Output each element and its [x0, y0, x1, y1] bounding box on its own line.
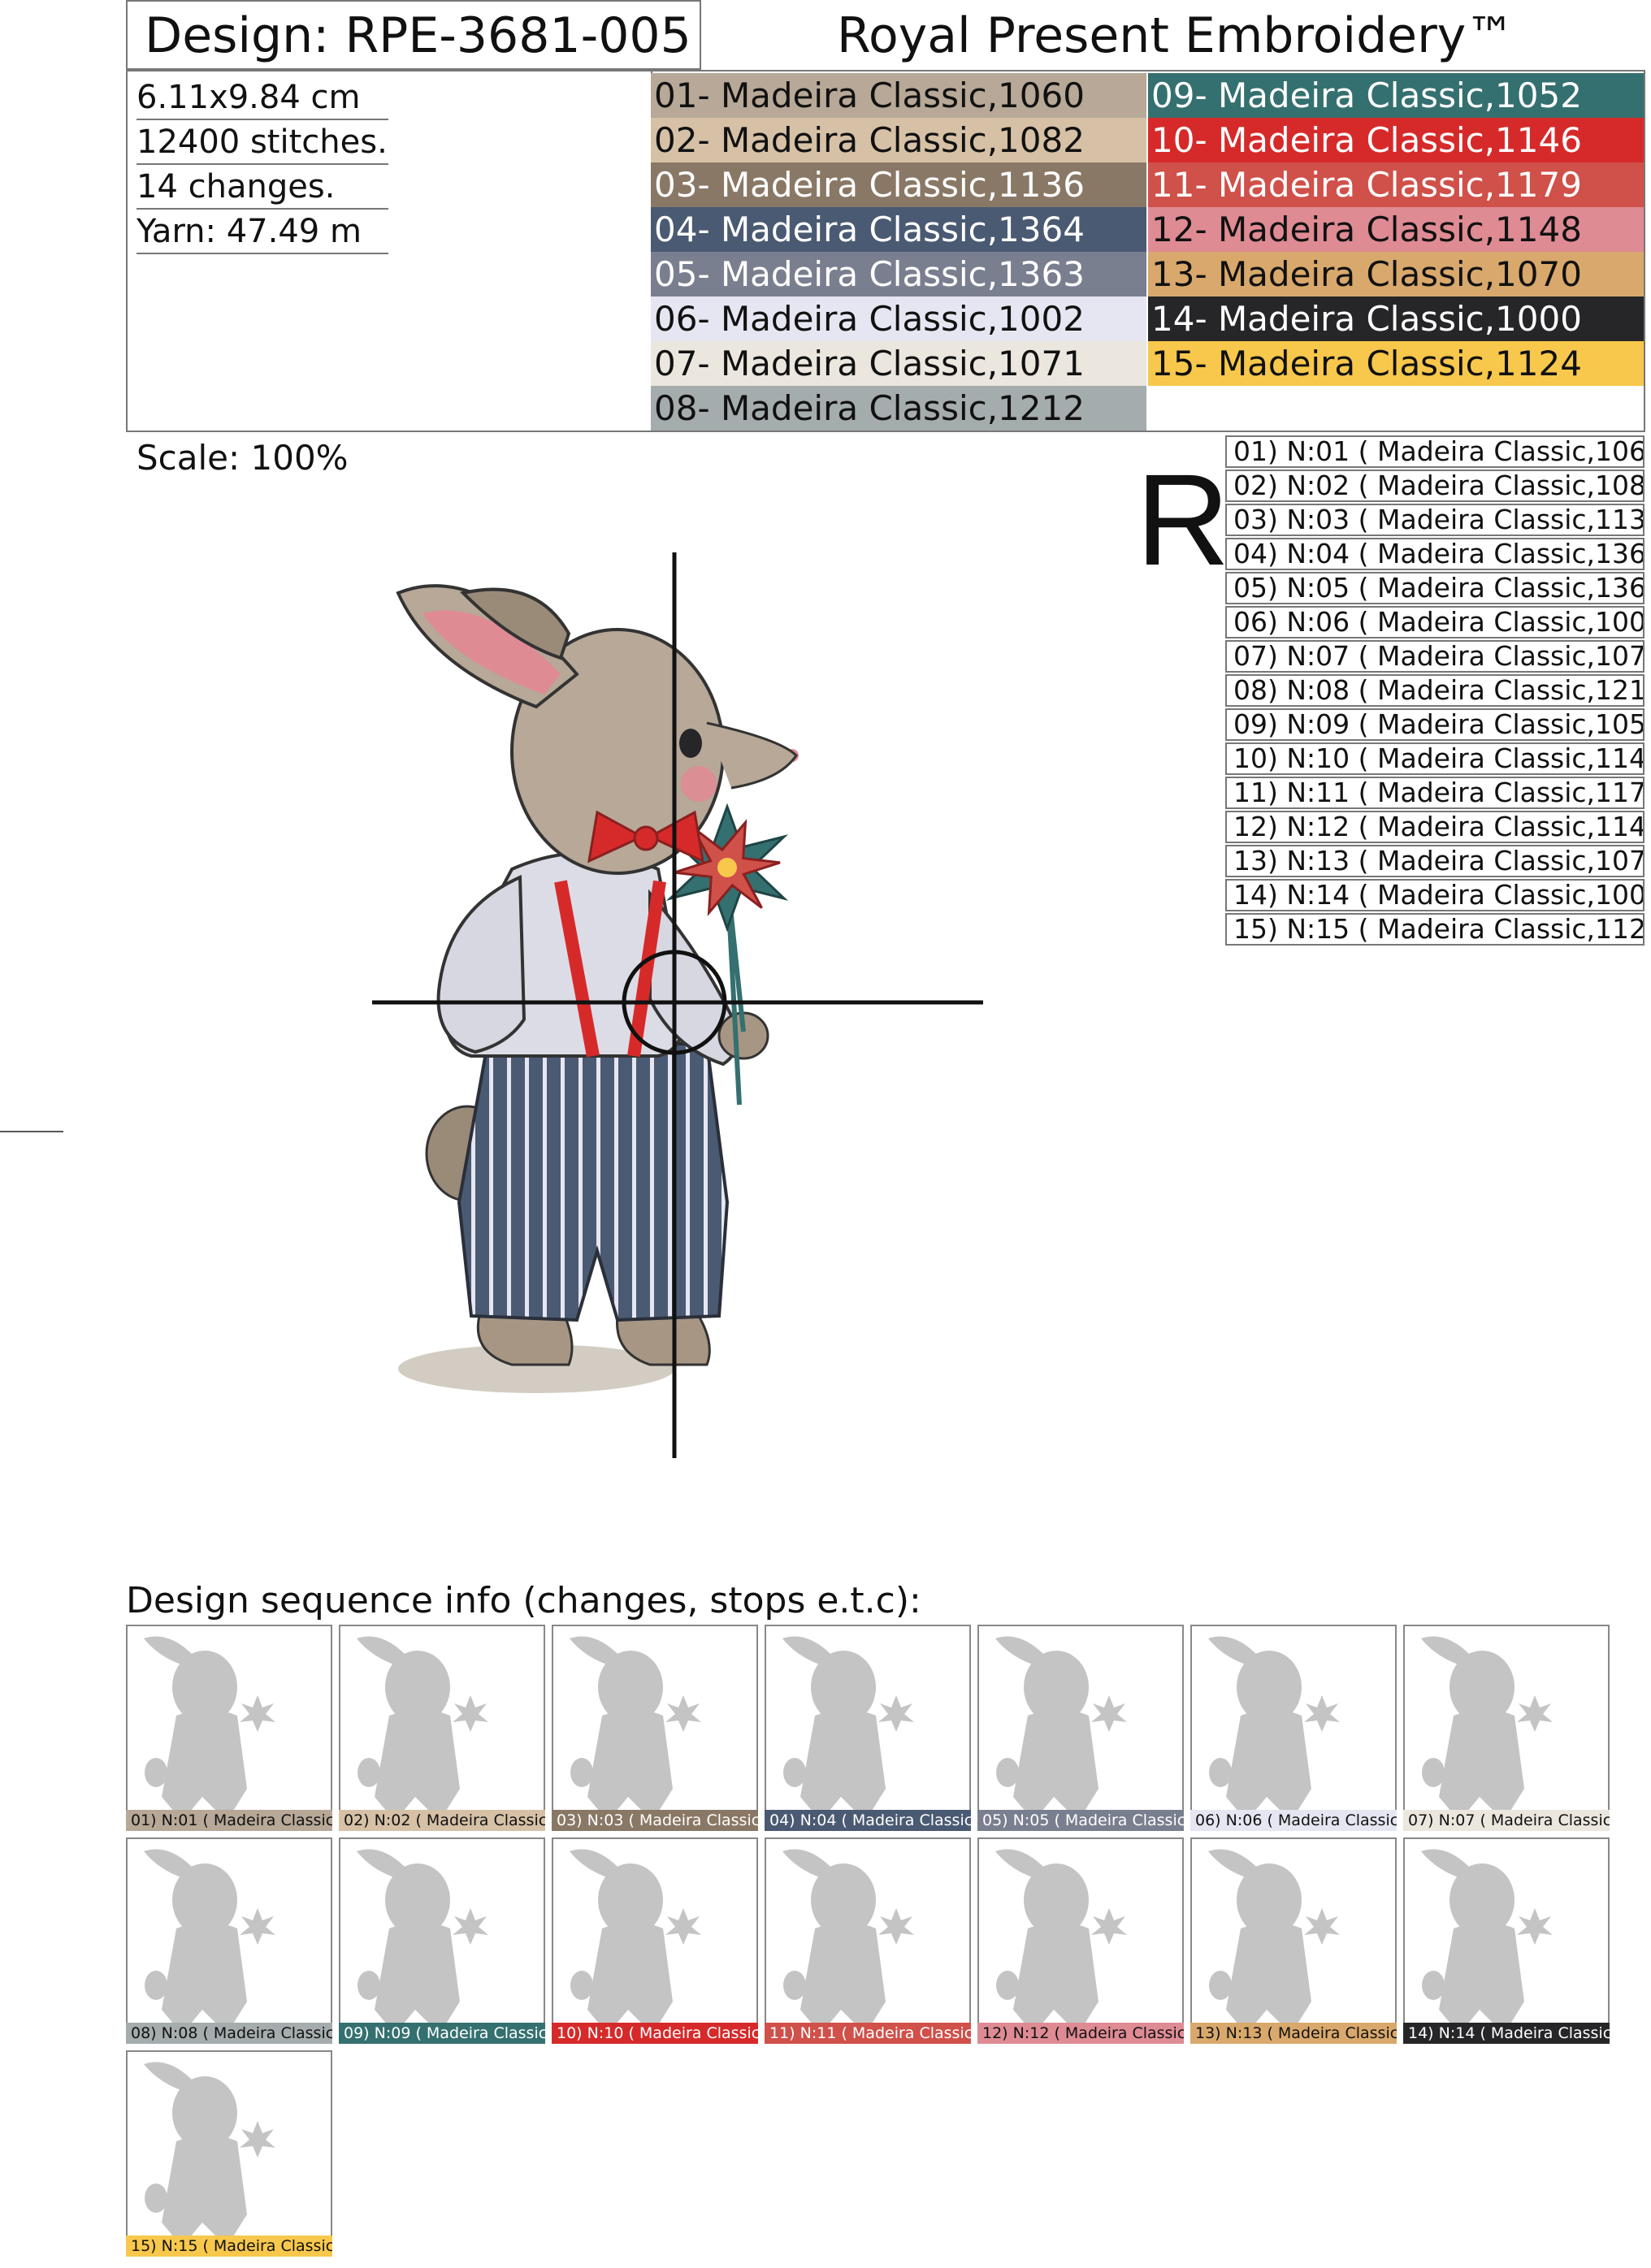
- color-swatch: 04- Madeira Classic,1364: [651, 207, 1146, 252]
- cheek: [681, 766, 717, 802]
- sequence-list-item: 05) N:05 ( Madeira Classic,1363): [1225, 572, 1644, 604]
- color-swatch: 07- Madeira Classic,1071: [651, 341, 1146, 386]
- eye: [679, 729, 702, 758]
- sequence-thumbnail-label: 15) N:15 ( Madeira Classic,1: [126, 2236, 332, 2257]
- color-swatch: 06- Madeira Classic,1002: [651, 296, 1146, 341]
- left-arm: [436, 874, 526, 1054]
- sequence-thumbnail-label: 03) N:03 ( Madeira Classic: [552, 1810, 758, 1831]
- color-swatch: 10- Madeira Classic,1146: [1148, 118, 1644, 162]
- sequence-thumbnail-label: 07) N:07 ( Madeira Classic: [1403, 1810, 1610, 1831]
- sequence-thumbnail: [339, 1837, 545, 2044]
- sequence-thumbnail-label: 13) N:13 ( Madeira Classic,1: [1190, 2023, 1397, 2044]
- sequence-thumbnail: [339, 1625, 545, 1831]
- sequence-thumbnail: [765, 1625, 971, 1831]
- sequence-list-item: 07) N:07 ( Madeira Classic,1071): [1225, 640, 1644, 673]
- sequence-list-item: 12) N:12 ( Madeira Classic,1148): [1225, 811, 1644, 843]
- sequence-thumbnail: [126, 2050, 332, 2257]
- sequence-thumbnail-label: 06) N:06 ( Madeira Classic: [1190, 1810, 1397, 1831]
- sequence-thumbnail: [765, 1837, 971, 2044]
- sequence-thumbnail-label: 14) N:14 ( Madeira Classic,1: [1403, 2023, 1610, 2044]
- sequence-list-item: 03) N:03 ( Madeira Classic,1136): [1225, 504, 1644, 536]
- stitch-count: 12400 stitches.: [136, 121, 388, 165]
- sequence-list-item: 04) N:04 ( Madeira Classic,1364): [1225, 538, 1644, 570]
- sequence-list-item: 08) N:08 ( Madeira Classic,1212): [1225, 674, 1644, 707]
- color-swatch: 13- Madeira Classic,1070: [1148, 252, 1644, 296]
- sequence-header: Design sequence info (changes, stops e.t…: [126, 1580, 921, 1621]
- sequence-thumbnail: [126, 1837, 332, 2044]
- sequence-thumbnail-label: 12) N:12 ( Madeira Classic,1: [977, 2023, 1184, 2044]
- color-swatch: 14- Madeira Classic,1000: [1148, 296, 1644, 341]
- sequence-list-item: 01) N:01 ( Madeira Classic,1060): [1225, 435, 1644, 468]
- sequence-list-item: 13) N:13 ( Madeira Classic,1070): [1225, 845, 1644, 877]
- sequence-list-item: 02) N:02 ( Madeira Classic,1082): [1225, 470, 1644, 502]
- orientation-mark: R: [1136, 447, 1230, 592]
- sequence-thumbnail-label: 04) N:04 ( Madeira Classic: [765, 1810, 971, 1831]
- design-id: Design: RPE-3681-005: [145, 7, 691, 64]
- sequence-list-item: 10) N:10 ( Madeira Classic,1146): [1225, 742, 1644, 775]
- yarn-length: Yarn: 47.49 m: [136, 210, 388, 254]
- sequence-thumbnail-label: 09) N:09 ( Madeira Classic: [339, 2023, 545, 2044]
- sequence-list-item: 15) N:15 ( Madeira Classic,1124): [1225, 913, 1644, 946]
- color-swatch: 11- Madeira Classic,1179: [1148, 162, 1644, 207]
- sequence-thumbnail: [1403, 1625, 1610, 1831]
- sequence-thumbnail-label: 10) N:10 ( Madeira Classic,1: [552, 2023, 758, 2044]
- sequence-thumbnail: [126, 1625, 332, 1831]
- design-size: 6.11x9.84 cm: [136, 76, 388, 120]
- trousers: [457, 1042, 730, 1322]
- edge-tick: [0, 1131, 63, 1132]
- sequence-thumbnail-label: 01) N:01 ( Madeira Classic,1: [126, 1810, 332, 1831]
- color-swatch: 01- Madeira Classic,1060: [651, 73, 1146, 118]
- color-swatch: 15- Madeira Classic,1124: [1148, 341, 1644, 386]
- sequence-thumbnail-label: 08) N:08 ( Madeira Classic: [126, 2023, 332, 2044]
- sequence-thumbnail: [1403, 1837, 1610, 2044]
- embroidery-preview: [372, 552, 983, 1458]
- color-swatch: 05- Madeira Classic,1363: [651, 252, 1146, 296]
- sequence-list-item: 14) N:14 ( Madeira Classic,1000): [1225, 879, 1644, 911]
- sequence-thumbnail: [977, 1625, 1184, 1831]
- brand-title: Royal Present Embroidery™: [837, 7, 1515, 64]
- sequence-thumbnail: [552, 1837, 758, 2044]
- color-swatch: 08- Madeira Classic,1212: [651, 386, 1146, 431]
- sequence-thumbnail: [552, 1625, 758, 1831]
- color-swatch: 12- Madeira Classic,1148: [1148, 207, 1644, 252]
- sequence-list-item: 11) N:11 ( Madeira Classic,1179): [1225, 777, 1644, 809]
- sequence-thumbnail-label: 05) N:05 ( Madeira Classic: [977, 1810, 1184, 1831]
- sequence-list-item: 06) N:06 ( Madeira Classic,1002): [1225, 606, 1644, 638]
- sequence-thumbnail: [977, 1837, 1184, 2044]
- sequence-thumbnail: [1190, 1625, 1397, 1831]
- sequence-thumbnail: [1190, 1837, 1397, 2044]
- color-swatch: 09- Madeira Classic,1052: [1148, 73, 1644, 118]
- color-changes: 14 changes.: [136, 166, 388, 210]
- sequence-thumbnail-label: 11) N:11 ( Madeira Classic,11: [765, 2023, 971, 2044]
- scale-label: Scale: 100%: [136, 438, 349, 478]
- sequence-thumbnail-label: 02) N:02 ( Madeira Classic: [339, 1810, 545, 1831]
- color-swatch: 03- Madeira Classic,1136: [651, 162, 1146, 207]
- sequence-list-item: 09) N:09 ( Madeira Classic,1052): [1225, 708, 1644, 741]
- color-swatch: 02- Madeira Classic,1082: [651, 118, 1146, 162]
